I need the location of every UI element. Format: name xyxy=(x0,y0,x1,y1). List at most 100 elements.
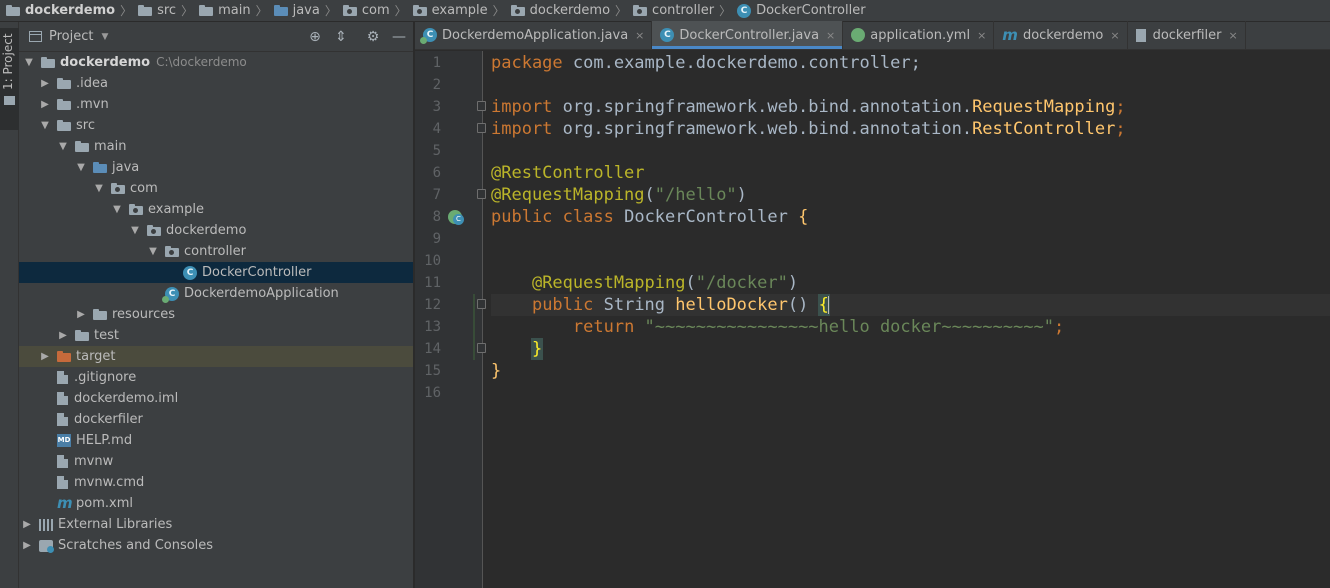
code-line-11: @RequestMapping("/docker") xyxy=(531,273,799,293)
tree-item-main[interactable]: ▼ main xyxy=(19,136,413,157)
tree-item-src[interactable]: ▼ src xyxy=(19,115,413,136)
package-icon xyxy=(165,246,179,257)
tab-dockerdemoapplication[interactable]: C DockerdemoApplication.java × xyxy=(415,21,653,49)
collapse-icon[interactable]: ⇕ xyxy=(333,29,349,45)
breadcrumb-dockercontroller[interactable]: C DockerController xyxy=(737,0,866,22)
line-number: 14 xyxy=(424,341,441,357)
minus-icon[interactable]: — xyxy=(391,29,407,45)
close-icon[interactable]: × xyxy=(1228,29,1237,42)
breadcrumb-java[interactable]: java 〉 xyxy=(273,0,343,22)
module-file-icon xyxy=(57,392,68,405)
expanded-arrow-icon[interactable]: ▼ xyxy=(75,157,87,178)
expanded-arrow-icon[interactable]: ▼ xyxy=(39,115,51,136)
file-icon xyxy=(57,371,68,384)
source-folder-icon xyxy=(273,5,288,16)
tree-item-java[interactable]: ▼ java xyxy=(19,157,413,178)
tree-item-mvnw[interactable]: ▶ mvnw xyxy=(19,451,413,472)
editor-gutter[interactable]: 1 2 3 4 5 6 7 8 9 10 11 12 13 14 15 16 C xyxy=(415,51,486,588)
class-icon: C xyxy=(660,28,675,42)
fold-marker-icon[interactable] xyxy=(477,299,486,309)
folder-icon xyxy=(138,5,153,16)
package-icon xyxy=(129,204,143,215)
code-line-1: package com.example.dockerdemo.controlle… xyxy=(491,53,921,73)
editor-tabs: C DockerdemoApplication.java × C DockerC… xyxy=(415,21,1330,50)
collapsed-arrow-icon[interactable]: ▶ xyxy=(57,325,69,346)
spring-bean-gutter-icon[interactable]: C xyxy=(448,210,464,225)
tree-item-controller[interactable]: ▼ controller xyxy=(19,241,413,262)
breadcrumb-controller[interactable]: controller 〉 xyxy=(633,0,737,22)
expanded-arrow-icon[interactable]: ▼ xyxy=(93,178,105,199)
chevron-down-icon[interactable]: ▼ xyxy=(101,32,108,42)
tree-item-com[interactable]: ▼ com xyxy=(19,178,413,199)
code-line-14: } xyxy=(491,338,544,360)
fold-marker-icon[interactable] xyxy=(477,123,486,133)
tree-item-mvnw-cmd[interactable]: ▶ mvnw.cmd xyxy=(19,472,413,493)
collapsed-arrow-icon[interactable]: ▶ xyxy=(21,514,33,535)
collapsed-arrow-icon[interactable]: ▶ xyxy=(39,346,51,367)
tree-item-external-libraries[interactable]: ▶ External Libraries xyxy=(19,514,413,535)
tree-item-scratches[interactable]: ▶ Scratches and Consoles xyxy=(19,535,413,556)
breadcrumb-com[interactable]: com 〉 xyxy=(342,0,413,22)
tree-item-dockerdemo[interactable]: ▼ dockerdemo C:\dockerdemo xyxy=(19,52,413,73)
tree-item-help-md[interactable]: ▶ MD HELP.md xyxy=(19,430,413,451)
project-tool-button[interactable]: 1: Project xyxy=(0,28,19,130)
code-editor[interactable]: package com.example.dockerdemo.controlle… xyxy=(491,51,1330,588)
tree-item-example[interactable]: ▼ example xyxy=(19,199,413,220)
change-marker[interactable] xyxy=(473,294,475,360)
gear-icon[interactable]: ⚙ xyxy=(365,29,381,45)
fold-marker-icon[interactable] xyxy=(477,189,486,199)
expanded-arrow-icon[interactable]: ▼ xyxy=(111,199,123,220)
tree-item-dockerdemo-package[interactable]: ▼ dockerdemo xyxy=(19,220,413,241)
collapsed-arrow-icon[interactable]: ▶ xyxy=(39,94,51,115)
close-icon[interactable]: × xyxy=(977,29,986,42)
project-panel: Project ▼ ⊕ ⇕ ⚙ — ▼ dockerdemo C:\docker… xyxy=(19,22,414,588)
tree-item-resources[interactable]: ▶ resources xyxy=(19,304,413,325)
code-line-8: public class DockerController { xyxy=(491,207,809,227)
file-icon xyxy=(1135,28,1146,42)
line-number: 10 xyxy=(424,253,441,269)
line-number: 6 xyxy=(432,165,441,181)
file-icon xyxy=(57,476,68,489)
line-number: 7 xyxy=(432,187,441,203)
editor-area: C DockerdemoApplication.java × C DockerC… xyxy=(415,21,1330,588)
close-icon[interactable]: × xyxy=(1110,29,1119,42)
breadcrumb-example[interactable]: example 〉 xyxy=(412,0,511,22)
project-view-selector[interactable]: Project xyxy=(49,29,93,44)
tree-item-test[interactable]: ▶ test xyxy=(19,325,413,346)
breadcrumb-src[interactable]: src 〉 xyxy=(138,0,199,22)
tree-item-pom-xml[interactable]: ▶ m pom.xml xyxy=(19,493,413,514)
close-icon[interactable]: × xyxy=(635,29,644,42)
tab-application-yml[interactable]: application.yml × xyxy=(843,21,995,49)
expanded-arrow-icon[interactable]: ▼ xyxy=(57,136,69,157)
tree-item-gitignore[interactable]: ▶ .gitignore xyxy=(19,367,413,388)
tree-item-idea[interactable]: ▶ .idea xyxy=(19,73,413,94)
expanded-arrow-icon[interactable]: ▼ xyxy=(23,52,35,73)
expanded-arrow-icon[interactable]: ▼ xyxy=(147,241,159,262)
close-icon[interactable]: × xyxy=(826,29,835,42)
file-icon xyxy=(57,455,68,468)
line-number: 16 xyxy=(424,385,441,401)
collapsed-arrow-icon[interactable]: ▶ xyxy=(75,304,87,325)
code-line-7: @RequestMapping("/hello") xyxy=(491,185,747,205)
fold-marker-icon[interactable] xyxy=(477,343,486,353)
tree-item-dockerdemoapplication[interactable]: ▶ C DockerdemoApplication xyxy=(19,283,413,304)
tab-dockerfiler[interactable]: dockerfiler × xyxy=(1128,21,1246,49)
target-icon[interactable]: ⊕ xyxy=(307,29,323,45)
tree-item-dockerfiler[interactable]: ▶ dockerfiler xyxy=(19,409,413,430)
tree-item-dockerdemo-iml[interactable]: ▶ dockerdemo.iml xyxy=(19,388,413,409)
breadcrumb-dockerdemo[interactable]: dockerdemo 〉 xyxy=(510,0,633,22)
collapsed-arrow-icon[interactable]: ▶ xyxy=(39,73,51,94)
tree-item-dockercontroller[interactable]: ▶ C DockerController xyxy=(19,262,413,283)
expanded-arrow-icon[interactable]: ▼ xyxy=(129,220,141,241)
matched-brace: } xyxy=(530,338,544,360)
tab-dockercontroller[interactable]: C DockerController.java × xyxy=(652,21,844,49)
tree-item-mvn[interactable]: ▶ .mvn xyxy=(19,94,413,115)
fold-marker-icon[interactable] xyxy=(477,101,486,111)
code-line-4: import org.springframework.web.bind.anno… xyxy=(491,119,1126,139)
tab-dockerdemo-pom[interactable]: m dockerdemo × xyxy=(994,21,1128,49)
folder-icon xyxy=(6,5,20,16)
tree-item-target[interactable]: ▶ target xyxy=(19,346,413,367)
collapsed-arrow-icon[interactable]: ▶ xyxy=(21,535,33,556)
breadcrumb-main[interactable]: main 〉 xyxy=(199,0,274,22)
breadcrumb-project[interactable]: dockerdemo 〉 xyxy=(6,0,138,22)
